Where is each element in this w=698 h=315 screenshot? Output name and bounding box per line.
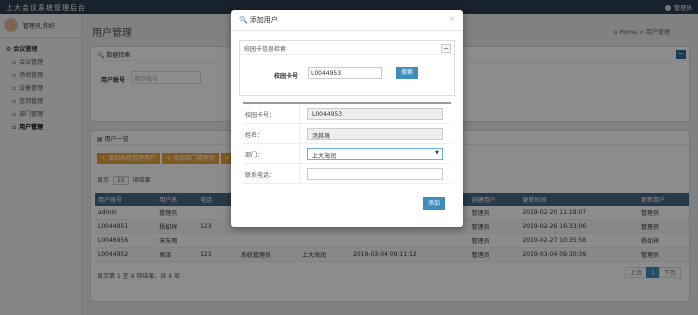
form-row-name: 姓名： 汤其境	[243, 124, 451, 144]
department-select[interactable]: 上大海润 ▼	[307, 148, 443, 160]
modal-header: 🔍 添加用户 ×	[231, 10, 463, 31]
field-label: 姓名：	[245, 132, 264, 139]
collapse-button[interactable]: −	[441, 44, 451, 53]
card-number-field: L0044953	[307, 108, 443, 120]
phone-field[interactable]	[307, 168, 443, 180]
form-row-card: 校园卡号： L0044953	[243, 104, 451, 124]
search-icon: 🔍	[239, 16, 248, 24]
department-value: 上大海润	[312, 153, 337, 160]
user-form: 校园卡号： L0044953 姓名： 汤其境 部门： 上大海润 ▼ 联系电话：	[243, 102, 451, 184]
name-field: 汤其境	[307, 128, 443, 140]
add-button[interactable]: 添加	[423, 197, 445, 210]
chevron-down-icon: ▼	[435, 150, 439, 156]
search-button[interactable]: 搜索	[396, 67, 418, 79]
field-label: 校园卡号：	[245, 112, 276, 119]
form-row-department: 部门： 上大海润 ▼	[243, 144, 451, 164]
form-row-phone: 联系电话：	[243, 164, 451, 184]
add-user-modal: 🔍 添加用户 × 校园卡信息检索 − 校园卡号 L0044953 搜索 校园卡号：…	[231, 10, 463, 227]
field-label: 部门：	[245, 152, 264, 159]
card-number-input[interactable]: L0044953	[308, 67, 382, 79]
field-label: 联系电话：	[245, 172, 276, 179]
card-number-label: 校园卡号	[274, 73, 299, 80]
close-icon[interactable]: ×	[449, 15, 455, 23]
card-search-section: 校园卡信息检索 − 校园卡号 L0044953 搜索	[239, 40, 455, 96]
modal-title: 添加用户	[249, 16, 278, 24]
card-search-header: 校园卡信息检索	[240, 41, 454, 55]
